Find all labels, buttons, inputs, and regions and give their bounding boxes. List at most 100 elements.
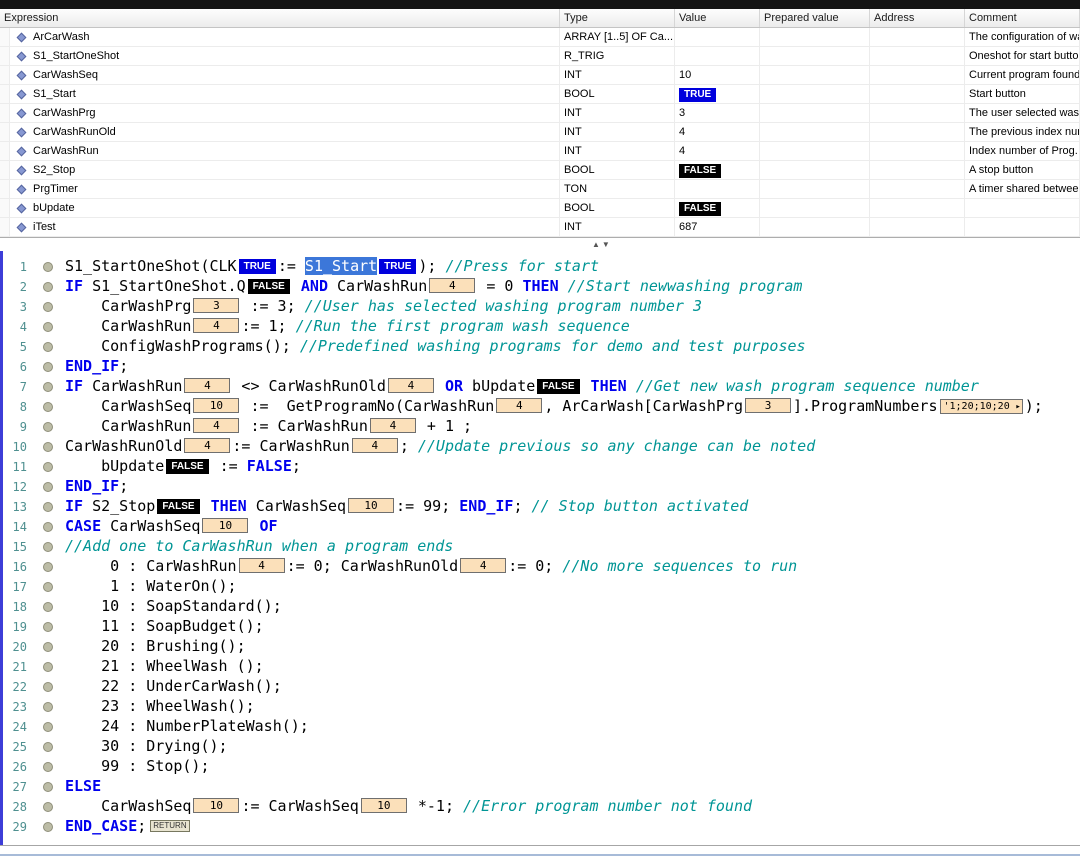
breakpoint-dot[interactable] [43,681,53,692]
prepared-value-cell[interactable] [760,123,870,141]
code-line[interactable]: 9 CarWashRun 4 := CarWashRun 4 + 1 ; [3,416,1080,436]
breakpoint-dot[interactable] [43,661,53,672]
code-line[interactable]: 20 20 : Brushing(); [3,636,1080,656]
code-line[interactable]: 18 10 : SoapStandard(); [3,596,1080,616]
expression-cell[interactable]: CarWashRun [10,142,560,160]
code-line[interactable]: 8 CarWashSeq 10 := GetProgramNo(CarWashRu… [3,396,1080,416]
breakpoint-dot[interactable] [43,521,53,532]
breakpoint-dot[interactable] [43,421,53,432]
prepared-value-cell[interactable] [760,47,870,65]
table-row[interactable]: bUpdate BOOL FALSE [0,199,1080,218]
value-cell[interactable]: 687 [675,218,760,236]
breakpoint-dot[interactable] [43,561,53,572]
table-row[interactable]: S1_StartOneShot R_TRIG Oneshot for start b… [0,47,1080,66]
code-line[interactable]: 23 23 : WheelWash(); [3,696,1080,716]
inline-value-box[interactable]: 10 [193,798,240,813]
inline-value-box[interactable]: 4 [238,558,285,573]
expression-cell[interactable]: CarWashSeq [10,66,560,84]
inline-value-box[interactable]: 3 [193,298,240,313]
column-header-type[interactable]: Type [560,9,675,27]
code-line[interactable]: 29 END_CASE; RETURN [3,816,1080,836]
table-row[interactable]: ArCarWash ARRAY [1..5] OF Ca... The config… [0,28,1080,47]
code-line[interactable]: 7 IF CarWashRun 4 <> CarWashRunOld 4 OR bUp… [3,376,1080,396]
table-row[interactable]: CarWashSeq INT 10 Current program found [0,66,1080,85]
inline-value-box[interactable]: 3 [745,398,791,413]
breakpoint-dot[interactable] [43,781,53,792]
inline-value-box[interactable]: 4 [351,438,398,453]
prepared-value-cell[interactable] [760,218,870,236]
table-row[interactable]: CarWashPrg INT 3 The user selected wash pro… [0,104,1080,123]
code-line[interactable]: 27 ELSE [3,776,1080,796]
inline-bool-badge[interactable]: FALSE [537,379,580,394]
inline-value-box[interactable]: 4 [193,418,240,433]
value-cell[interactable]: 3 [675,104,760,122]
code-line[interactable]: 15 //Add one to CarWashRun when a program… [3,536,1080,556]
value-cell[interactable]: FALSE [675,199,760,217]
breakpoint-dot[interactable] [43,321,53,332]
inline-value-box[interactable]: 10 [193,398,240,413]
prepared-value-cell[interactable] [760,142,870,160]
breakpoint-dot[interactable] [43,261,53,272]
value-cell[interactable] [675,180,760,198]
expression-cell[interactable]: CarWashPrg [10,104,560,122]
code-line[interactable]: 6 END_IF; [3,356,1080,376]
inline-bool-badge[interactable]: FALSE [157,499,200,514]
breakpoint-dot[interactable] [43,441,53,452]
table-row[interactable]: S2_Stop BOOL FALSE A stop button [0,161,1080,180]
inline-bool-badge[interactable]: TRUE [379,259,417,274]
table-row[interactable]: CarWashRunOld INT 4 The previous index numb… [0,123,1080,142]
code-line[interactable]: 4 CarWashRun 4:= 1; //Run the first progr… [3,316,1080,336]
code-line[interactable]: 25 30 : Drying(); [3,736,1080,756]
code-line[interactable]: 28 CarWashSeq 10:= CarWashSeq 10 *-1; //Er… [3,796,1080,816]
collapse-up-icon[interactable]: ▲ [592,240,602,249]
inline-value-box[interactable]: 4 [460,558,507,573]
expand-icon[interactable]: ▸ [1015,400,1020,414]
expression-cell[interactable]: CarWashRunOld [10,123,560,141]
code-line[interactable]: 1 S1_StartOneShot(CLK TRUE:= S1_Start TRUE)… [3,256,1080,276]
code-line[interactable]: 5 ConfigWashPrograms(); //Predefined was… [3,336,1080,356]
prepared-value-cell[interactable] [760,199,870,217]
breakpoint-dot[interactable] [43,621,53,632]
inline-bool-badge[interactable]: TRUE [238,259,276,274]
expression-cell[interactable]: S1_Start [10,85,560,103]
code-line[interactable]: 3 CarWashPrg 3 := 3; //User has selected … [3,296,1080,316]
inline-value-box[interactable]: 10 [202,518,249,533]
inline-bool-badge[interactable]: FALSE [166,459,209,474]
expression-cell[interactable]: S2_Stop [10,161,560,179]
pane-splitter[interactable]: ▲▼ [0,237,1080,251]
breakpoint-dot[interactable] [43,281,53,292]
prepared-value-cell[interactable] [760,104,870,122]
column-header-address[interactable]: Address [870,9,965,27]
breakpoint-dot[interactable] [43,801,53,812]
expression-cell[interactable]: ArCarWash [10,28,560,46]
breakpoint-dot[interactable] [43,821,53,832]
expression-cell[interactable]: bUpdate [10,199,560,217]
expand-down-icon[interactable]: ▼ [602,240,612,249]
value-cell[interactable]: 4 [675,142,760,160]
value-cell[interactable] [675,28,760,46]
breakpoint-dot[interactable] [43,581,53,592]
column-header-expression[interactable]: Expression [0,9,560,27]
code-line[interactable]: 26 99 : Stop(); [3,756,1080,776]
breakpoint-dot[interactable] [43,341,53,352]
code-line[interactable]: 21 21 : WheelWash (); [3,656,1080,676]
prepared-value-cell[interactable] [760,85,870,103]
table-row[interactable]: PrgTimer TON A timer shared between [0,180,1080,199]
expression-cell[interactable]: PrgTimer [10,180,560,198]
column-header-prepared-value[interactable]: Prepared value [760,9,870,27]
prepared-value-cell[interactable] [760,28,870,46]
bottom-scroll-area[interactable] [0,845,1080,856]
breakpoint-dot[interactable] [43,721,53,732]
code-line[interactable]: 11 bUpdate FALSE := FALSE; [3,456,1080,476]
prepared-value-cell[interactable] [760,180,870,198]
breakpoint-dot[interactable] [43,641,53,652]
column-header-comment[interactable]: Comment [965,9,1080,27]
inline-value-box[interactable]: 10 [360,798,407,813]
breakpoint-dot[interactable] [43,761,53,772]
breakpoint-dot[interactable] [43,381,53,392]
code-line[interactable]: 16 0 : CarWashRun 4:= 0; CarWashRunOld 4:=… [3,556,1080,576]
inline-value-box[interactable]: 4 [184,438,231,453]
breakpoint-dot[interactable] [43,601,53,612]
code-line[interactable]: 10 CarWashRunOld 4:= CarWashRun 4; //Update… [3,436,1080,456]
table-row[interactable]: CarWashRun INT 4 Index number of Prog. [0,142,1080,161]
